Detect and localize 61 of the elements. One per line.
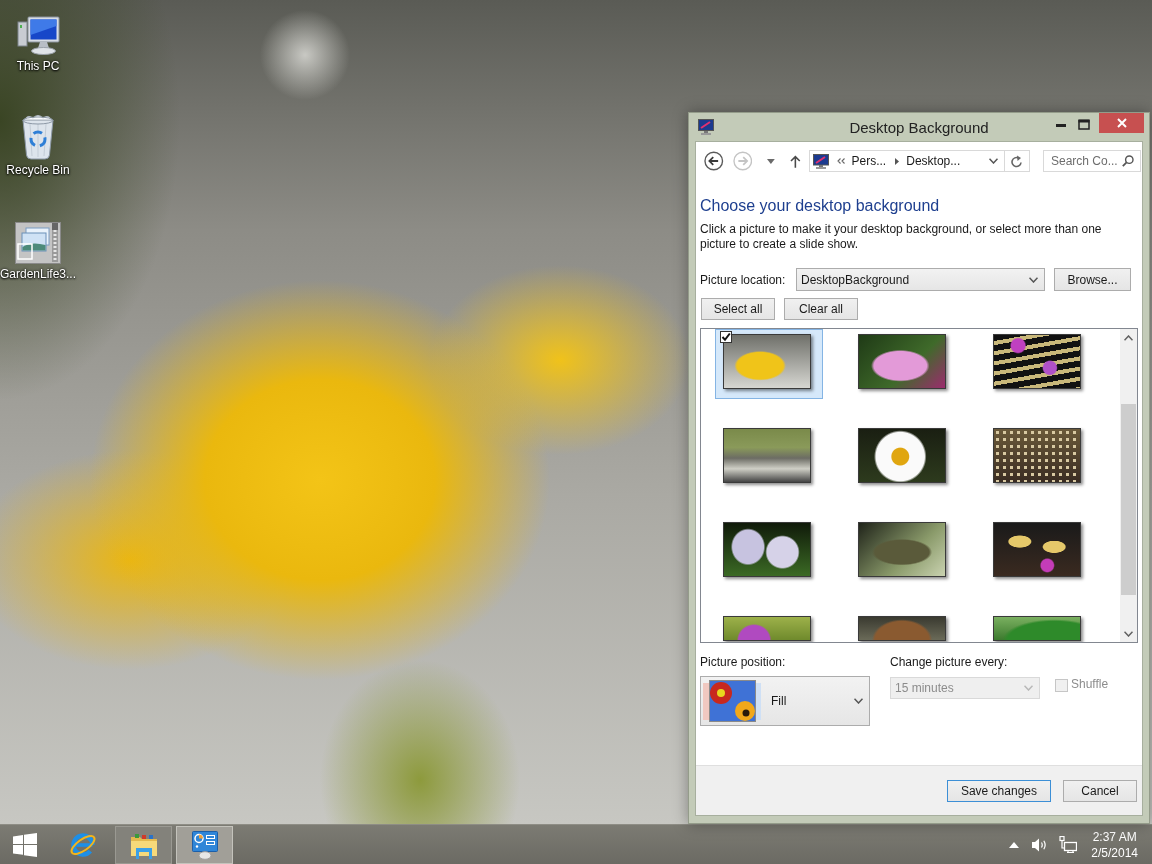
up-arrow-icon[interactable] <box>789 154 801 168</box>
description-text: Click a picture to make it your desktop background, or select more than one picture to create a slide show. <box>700 222 1103 252</box>
breadcrumb-item[interactable]: Pers... <box>851 154 887 168</box>
scrollbar-thumb[interactable] <box>1121 404 1136 595</box>
caret-up-icon[interactable] <box>1009 841 1020 848</box>
flower-picture-icon <box>703 679 761 723</box>
recycle-bin-icon[interactable] <box>20 114 56 160</box>
selection-button[interactable]: Select all <box>701 298 775 320</box>
monitor-icon <box>812 153 829 169</box>
computer-icon[interactable] <box>16 16 60 56</box>
chevron-down-icon <box>854 698 863 704</box>
breadcrumb-item[interactable]: Desktop... <box>906 154 961 168</box>
browse-button[interactable]: Browse... <box>1054 268 1131 291</box>
dialog-button[interactable]: Cancel <box>1063 779 1137 802</box>
chevron-down-icon[interactable] <box>1124 630 1133 637</box>
double-chevron-icon[interactable] <box>836 158 845 164</box>
address-bar[interactable]: Pers... Desktop... <box>808 150 1030 172</box>
panel-icon <box>189 829 220 860</box>
close-button[interactable] <box>1099 113 1144 133</box>
location-dropdown[interactable]: DesktopBackground <box>796 268 1045 291</box>
position-dropdown[interactable]: Fill <box>700 676 870 726</box>
clock-time[interactable]: 2:37 AM <box>1092 828 1137 845</box>
field-label: Change picture every: <box>890 655 1008 669</box>
field-label: Picture position: <box>700 655 786 669</box>
search-field[interactable]: Search Co... <box>1043 150 1141 172</box>
maximize-icon[interactable] <box>1078 119 1090 130</box>
page-heading: Choose your desktop background <box>700 196 940 216</box>
taskbar-button[interactable] <box>176 825 233 864</box>
desktop-icon-label[interactable]: This PC <box>16 59 60 73</box>
network-icon[interactable] <box>1059 836 1078 853</box>
archive-icon[interactable] <box>15 222 61 264</box>
photo-placeholder[interactable] <box>858 428 946 483</box>
chevron-up-icon[interactable] <box>1124 334 1133 341</box>
photo-placeholder[interactable] <box>858 522 946 577</box>
desktop-icon-label[interactable]: GardenLife3... <box>0 267 77 281</box>
photo-placeholder[interactable] <box>993 522 1081 577</box>
window-title: Desktop Background <box>849 118 989 136</box>
field-label: Picture location: <box>700 272 787 287</box>
clock-date[interactable]: 2/5/2014 <box>1091 844 1138 861</box>
windows-logo-icon[interactable] <box>13 832 37 857</box>
desktop-icon-label[interactable]: Recycle Bin <box>6 163 70 177</box>
chevron-down-icon <box>1029 276 1038 283</box>
caret-right-icon[interactable] <box>895 157 900 165</box>
dialog-button[interactable]: Save changes <box>946 779 1051 802</box>
photo-placeholder[interactable] <box>723 428 811 483</box>
search-icon[interactable] <box>1122 155 1134 167</box>
checkbox[interactable] <box>720 331 732 343</box>
taskbar-button[interactable] <box>115 825 172 864</box>
refresh-icon[interactable] <box>1011 154 1023 168</box>
chevron-down-icon[interactable] <box>989 158 998 164</box>
selection-button[interactable]: Clear all <box>784 298 858 320</box>
close-icon <box>1116 118 1127 128</box>
photo-placeholder[interactable] <box>723 522 811 577</box>
photo-placeholder[interactable] <box>993 334 1081 389</box>
chevron-down-icon <box>1024 685 1033 691</box>
caret-down-icon[interactable] <box>767 158 775 164</box>
speaker-icon[interactable] <box>1031 836 1048 853</box>
monitor-icon[interactable] <box>698 119 714 135</box>
picture-tile[interactable] <box>715 329 823 399</box>
photo-placeholder[interactable] <box>993 428 1081 483</box>
back-icon[interactable] <box>704 151 724 171</box>
